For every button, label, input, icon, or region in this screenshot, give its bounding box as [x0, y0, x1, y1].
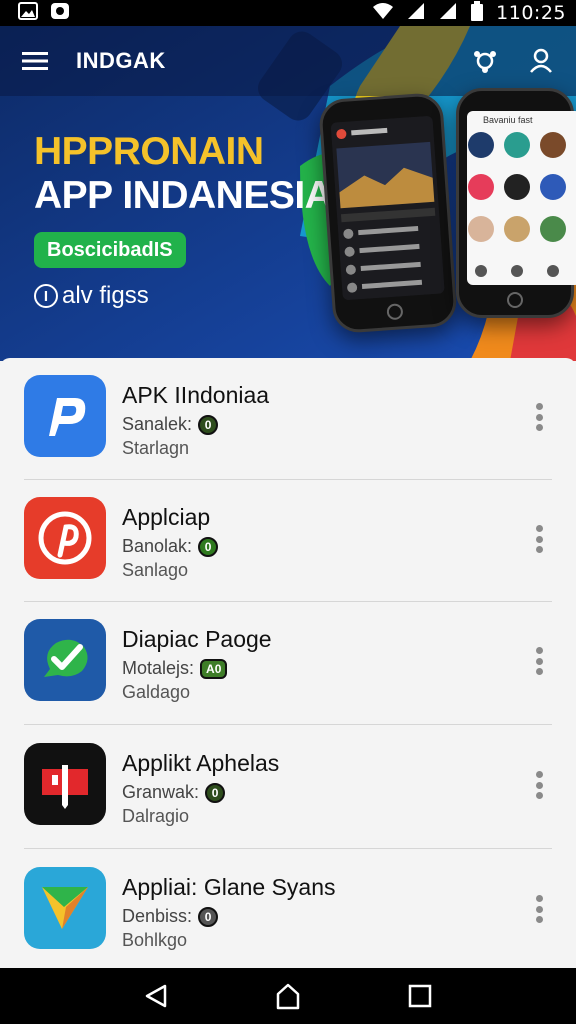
share-icon[interactable] [470, 46, 500, 76]
notification-icon [50, 2, 70, 25]
list-item[interactable]: Appliai: Glane Syans Denbiss: 0 Bohlkgo [0, 850, 576, 968]
app-meta-label: Denbiss: [122, 906, 193, 926]
hero-subtitle: I alv figss [34, 282, 149, 310]
p-logo-icon [24, 375, 106, 457]
system-nav-bar [0, 968, 576, 1024]
phone-right-header: Bavaniu fast [483, 115, 533, 125]
app-name: Appliai: Glane Syans [122, 874, 336, 900]
app-meta: Sanalek: 0 [122, 414, 219, 435]
more-options-icon[interactable] [528, 892, 550, 926]
status-time: 110:25 [496, 2, 566, 24]
app-subtitle: Dalragio [122, 806, 190, 826]
app-name: APK IIndoniaa [122, 382, 270, 408]
more-options-icon[interactable] [528, 644, 550, 678]
screen: 110:25 INDGAK HPPRONAIN APP INDANESIA Bo… [0, 0, 576, 1024]
red-tag-icon [24, 743, 106, 825]
app-subtitle: Sanlago [122, 560, 189, 580]
app-meta: Denbiss: 0 [122, 906, 219, 927]
hero-subtitle-prefix: I [34, 284, 58, 308]
app-subtitle: Galdago [122, 682, 191, 702]
app-meta-label: Banolak: [122, 536, 193, 556]
divider [24, 848, 552, 849]
app-list: APK IIndoniaa Sanalek: 0 Starlagn Applci… [0, 358, 576, 968]
app-meta-badge: 0 [198, 536, 219, 557]
signal-icon [406, 2, 426, 25]
image-icon [18, 1, 38, 25]
hero-banner: INDGAK HPPRONAIN APP INDANESIA Bosciciba… [0, 26, 576, 361]
phone-mockup-left [317, 91, 459, 335]
app-name: Diapiac Paoge [122, 626, 272, 652]
app-meta: Granwak: 0 [122, 782, 226, 803]
more-options-icon[interactable] [528, 400, 550, 434]
app-meta-label: Sanalek: [122, 414, 193, 434]
hero-badge-button[interactable]: BoscicibadIS [34, 232, 186, 268]
more-options-icon[interactable] [528, 768, 550, 802]
app-toolbar: INDGAK [0, 26, 576, 96]
list-item[interactable]: Applciap Banolak: 0 Sanlago [0, 480, 576, 604]
hero-title-line2: APP INDANESIA [34, 174, 333, 217]
signal-icon [438, 2, 458, 25]
app-meta: Banolak: 0 [122, 536, 219, 557]
app-title: INDGAK [76, 48, 166, 73]
app-name: Applikt Aphelas [122, 750, 280, 776]
phone-right-screen-art [468, 132, 566, 277]
hero-subtitle-text: alv figss [62, 282, 149, 309]
app-meta: Motalejs: A0 [122, 658, 228, 679]
status-bar: 110:25 [0, 0, 576, 26]
app-meta-label: Granwak: [122, 782, 200, 802]
phone-mockup-right: Bavaniu fast [456, 88, 576, 318]
app-meta-badge: 0 [205, 782, 226, 803]
phone-home-button [386, 303, 404, 321]
app-meta-label: Motalejs: [122, 658, 195, 678]
phone-left-screen-art [330, 115, 445, 301]
phone-home-button [507, 292, 523, 308]
app-name: Applciap [122, 504, 211, 530]
person-icon[interactable] [526, 46, 556, 76]
battery-icon [470, 0, 484, 26]
hero-title-line1: HPPRONAIN [34, 130, 264, 173]
list-item[interactable]: Applikt Aphelas Granwak: 0 Dalragio [0, 726, 576, 850]
check-bubble-icon [24, 619, 106, 701]
app-subtitle: Starlagn [122, 438, 190, 458]
app-meta-badge: A0 [200, 658, 228, 679]
divider [24, 724, 552, 725]
wifi-icon [372, 2, 394, 25]
app-meta-badge: 0 [198, 414, 219, 435]
list-item[interactable]: Diapiac Paoge Motalejs: A0 Galdago [0, 602, 576, 726]
app-meta-badge: 0 [198, 906, 219, 927]
pinterest-p-icon [24, 497, 106, 579]
home-icon[interactable] [268, 976, 308, 1016]
list-item[interactable]: APK IIndoniaa Sanalek: 0 Starlagn [0, 358, 576, 482]
recents-square-icon[interactable] [400, 976, 440, 1016]
app-subtitle: Bohlkgo [122, 930, 188, 950]
more-options-icon[interactable] [528, 522, 550, 556]
back-triangle-icon[interactable] [136, 976, 176, 1016]
hamburger-menu-icon[interactable] [20, 46, 50, 76]
arrow-plane-icon [24, 867, 106, 949]
